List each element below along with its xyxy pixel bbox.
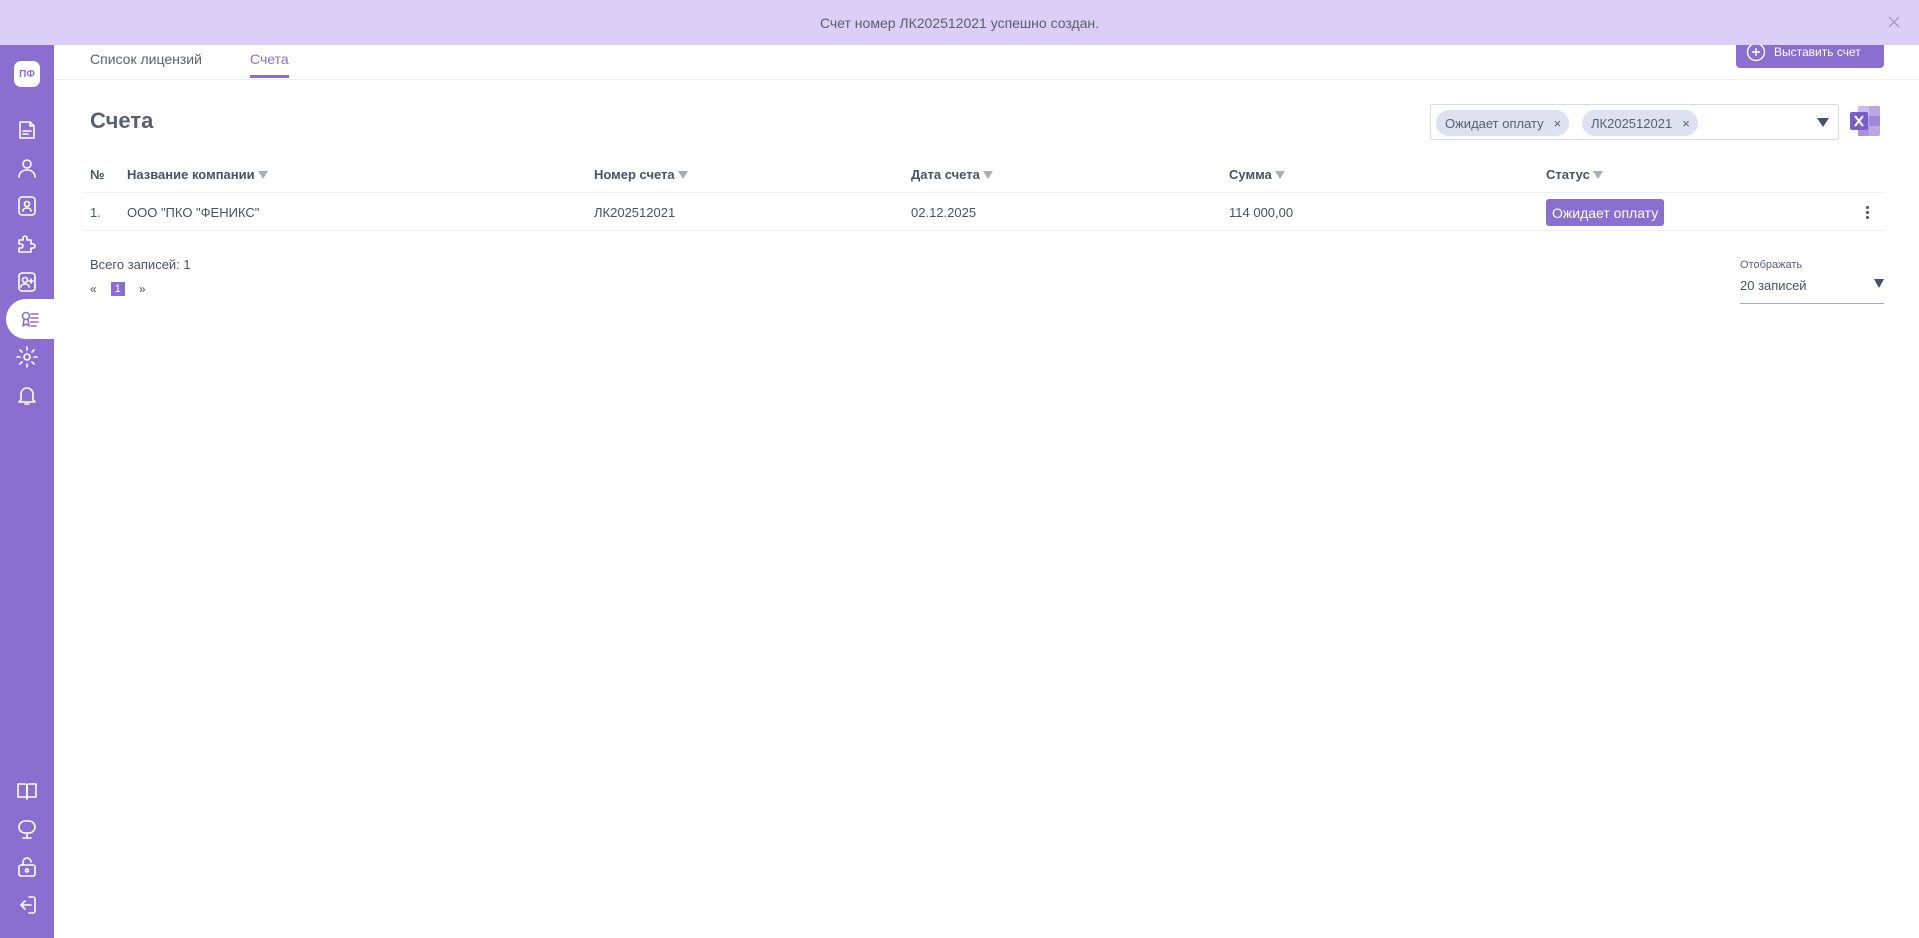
filter-chip-status: Ожидает оплату × bbox=[1436, 110, 1570, 136]
sort-icon[interactable] bbox=[1592, 170, 1603, 179]
tab-bar: Список лицензий Счета bbox=[54, 45, 1919, 80]
close-icon[interactable] bbox=[1885, 13, 1903, 31]
support-icon[interactable] bbox=[10, 812, 44, 846]
gear-icon[interactable] bbox=[10, 340, 44, 374]
dropdown-caret-icon[interactable] bbox=[1816, 115, 1830, 129]
pagination-next[interactable]: » bbox=[139, 282, 146, 296]
pagination: « 1 » bbox=[90, 282, 146, 296]
page-title: Счета bbox=[90, 108, 154, 133]
logout-icon[interactable] bbox=[10, 888, 44, 922]
book-icon[interactable] bbox=[10, 774, 44, 808]
column-header-date[interactable]: Дата счета bbox=[911, 167, 993, 182]
tab-invoices[interactable]: Счета bbox=[250, 51, 289, 78]
row-menu-icon[interactable] bbox=[1862, 202, 1872, 222]
page-size-label: Отображать bbox=[1740, 259, 1803, 271]
add-user-icon[interactable] bbox=[10, 265, 44, 299]
cell-amount: 114 000,00 bbox=[1229, 205, 1294, 220]
tab-license-list[interactable]: Список лицензий bbox=[90, 51, 202, 75]
user-icon[interactable] bbox=[10, 151, 44, 185]
row-divider bbox=[82, 230, 1885, 231]
bell-icon[interactable] bbox=[10, 378, 44, 412]
remove-filter-icon[interactable]: × bbox=[1554, 116, 1562, 131]
filter-input[interactable]: Ожидает оплату × ЛК202512021 × bbox=[1430, 104, 1839, 140]
issue-invoice-label: Выставить счет bbox=[1774, 45, 1861, 59]
column-header-number: № bbox=[90, 167, 105, 182]
app-logo[interactable]: ПФ bbox=[14, 61, 40, 87]
cell-invoice-number: ЛК202512021 bbox=[594, 205, 676, 220]
cell-date: 02.12.2025 bbox=[911, 205, 977, 220]
chevron-down-icon bbox=[1874, 279, 1884, 288]
pagination-prev[interactable]: « bbox=[90, 282, 97, 296]
pagination-current-page[interactable]: 1 bbox=[110, 282, 125, 296]
license-icon[interactable] bbox=[6, 299, 54, 339]
notification-text: Счет номер ЛК202512021 успешно создан. bbox=[819, 14, 1100, 31]
sort-icon[interactable] bbox=[677, 170, 688, 179]
total-records: Всего записей: 1 bbox=[90, 257, 191, 272]
sidebar: ПФ bbox=[0, 0, 54, 938]
column-header-company[interactable]: Название компании bbox=[127, 167, 268, 182]
cell-company: ООО "ПКО "ФЕНИКС" bbox=[127, 205, 260, 220]
sort-icon[interactable] bbox=[257, 170, 268, 179]
excel-export-icon[interactable] bbox=[1848, 104, 1882, 138]
filter-chip-number: ЛК202512021 × bbox=[1582, 110, 1698, 136]
badge-icon[interactable] bbox=[10, 189, 44, 223]
cell-number: 1. bbox=[90, 205, 101, 220]
filter-chip-label: Ожидает оплату bbox=[1445, 115, 1544, 131]
lock-icon[interactable] bbox=[10, 850, 44, 884]
status-badge: Ожидает оплату bbox=[1546, 199, 1665, 226]
column-header-status[interactable]: Статус bbox=[1546, 167, 1603, 182]
page-size-select[interactable]: 20 записей bbox=[1740, 276, 1884, 304]
remove-filter-icon[interactable]: × bbox=[1682, 116, 1690, 131]
sort-icon[interactable] bbox=[982, 170, 993, 179]
column-header-invoice-number[interactable]: Номер счета bbox=[594, 167, 688, 182]
column-header-amount[interactable]: Сумма bbox=[1229, 167, 1285, 182]
header-divider bbox=[82, 192, 1885, 193]
page-size-value: 20 записей bbox=[1740, 278, 1807, 293]
filter-chip-label: ЛК202512021 bbox=[1591, 115, 1673, 131]
document-icon[interactable] bbox=[10, 113, 44, 147]
plus-circle-icon bbox=[1746, 42, 1766, 62]
notification-banner: Счет номер ЛК202512021 успешно создан. bbox=[0, 0, 1919, 45]
puzzle-icon[interactable] bbox=[10, 227, 44, 261]
sort-icon[interactable] bbox=[1274, 170, 1285, 179]
